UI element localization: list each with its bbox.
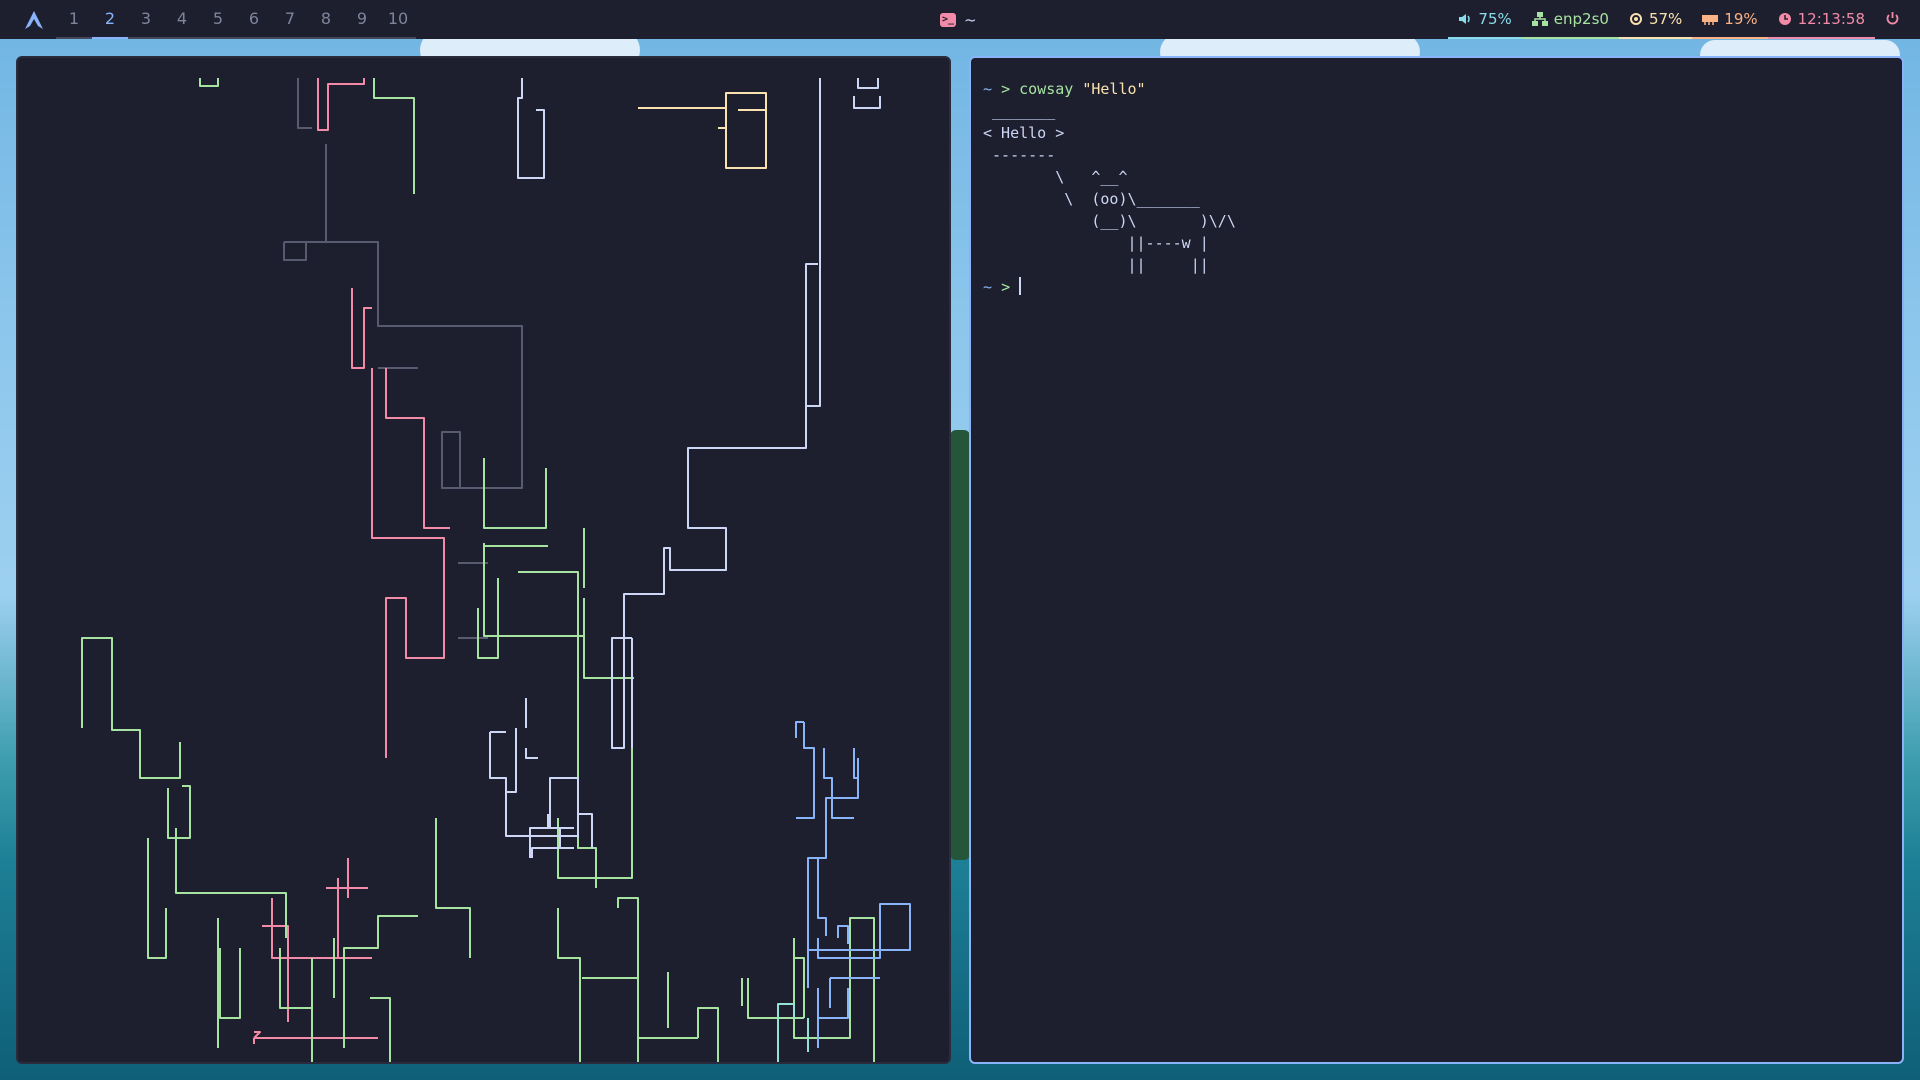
cpu-icon xyxy=(1629,12,1643,26)
cpu-module[interactable]: 57% xyxy=(1618,0,1693,39)
prompt-tilde: ~ xyxy=(983,278,993,296)
power-button[interactable] xyxy=(1875,0,1920,39)
network-value: enp2s0 xyxy=(1553,9,1609,28)
pipe-green xyxy=(81,78,875,1062)
command-argument: "Hello" xyxy=(1082,80,1146,98)
cpu-value: 57% xyxy=(1648,9,1683,28)
prompt-arrow: > xyxy=(1001,278,1011,296)
pipe-lavender xyxy=(489,78,881,858)
workspace-9[interactable]: 9 xyxy=(344,0,380,39)
wallpaper-palm xyxy=(950,430,970,860)
window-title: >_ ~ xyxy=(940,0,977,39)
workspace-8[interactable]: 8 xyxy=(308,0,344,39)
network-module[interactable]: enp2s0 xyxy=(1521,0,1619,39)
workspace-4[interactable]: 4 xyxy=(164,0,200,39)
terminal-output-area[interactable]: ~ > cowsay "Hello" _______ < Hello > ---… xyxy=(983,78,1890,298)
workspace-2[interactable]: 2 xyxy=(92,0,128,39)
pipe-yellow xyxy=(638,92,767,169)
power-icon xyxy=(1885,11,1900,26)
network-icon xyxy=(1531,11,1548,26)
workspace-3[interactable]: 3 xyxy=(128,0,164,39)
memory-value: 19% xyxy=(1724,9,1758,28)
terminal-window[interactable]: ~ > cowsay "Hello" _______ < Hello > ---… xyxy=(969,56,1904,1064)
workspace-5[interactable]: 5 xyxy=(200,0,236,39)
volume-icon xyxy=(1458,12,1472,26)
workspace-1[interactable]: 1 xyxy=(56,0,92,39)
clock-value: 12:13:58 xyxy=(1797,9,1865,28)
pipe-blue xyxy=(795,721,911,1048)
workspace-list: 1 2 3 4 5 6 7 8 9 10 xyxy=(56,0,416,39)
workspace-7[interactable]: 7 xyxy=(272,0,308,39)
cowsay-output: _______ < Hello > ------- \ ^__^ \ (oo)\… xyxy=(983,102,1236,274)
workspace-6[interactable]: 6 xyxy=(236,0,272,39)
status-modules: 75% enp2s0 57% 19% 12:13:58 xyxy=(1448,0,1920,39)
pipe-pink xyxy=(253,78,450,1044)
clock-icon xyxy=(1778,12,1792,26)
memory-module[interactable]: 19% xyxy=(1692,0,1768,39)
pipe-gray xyxy=(283,78,523,639)
text-cursor xyxy=(1019,277,1022,295)
volume-module[interactable]: 75% xyxy=(1448,0,1522,39)
arch-icon[interactable] xyxy=(22,8,46,32)
prompt-arrow: > xyxy=(1001,80,1011,98)
pipes-window[interactable] xyxy=(16,56,951,1064)
prompt-tilde: ~ xyxy=(983,80,993,98)
memory-icon xyxy=(1702,13,1719,25)
command-text: cowsay xyxy=(1019,80,1074,98)
volume-value: 75% xyxy=(1478,9,1512,28)
top-bar: 1 2 3 4 5 6 7 8 9 10 >_ ~ 75% enp2s0 57%… xyxy=(0,0,1920,39)
terminal-icon: >_ xyxy=(940,12,956,27)
clock-module[interactable]: 12:13:58 xyxy=(1767,0,1875,39)
workspace-10[interactable]: 10 xyxy=(380,0,416,39)
window-title-text: ~ xyxy=(964,10,977,29)
pipes-canvas xyxy=(81,78,911,1062)
